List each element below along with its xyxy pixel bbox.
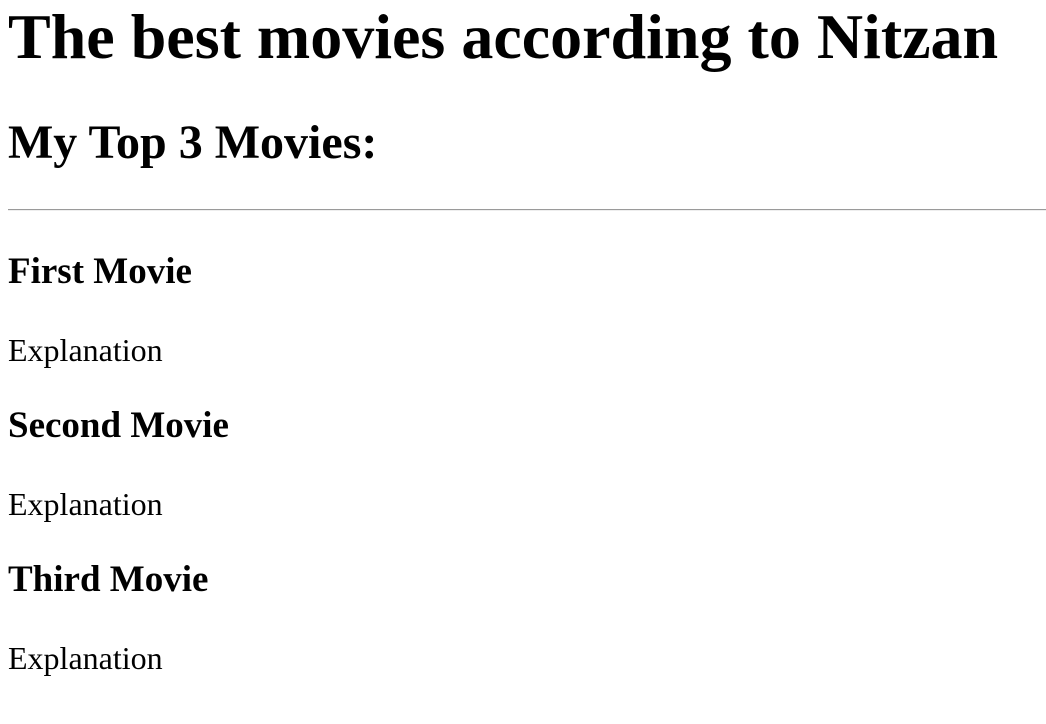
- page-content: The best movies according to Nitzan My T…: [0, 0, 1046, 676]
- section-divider: [8, 209, 1046, 211]
- movie-explanation: Explanation: [8, 486, 163, 522]
- movie-title: Second Movie: [8, 405, 229, 446]
- movie-item-second: Second Movie Explanation: [8, 405, 1046, 522]
- movie-item-third: Third Movie Explanation: [8, 559, 1046, 676]
- movie-title: First Movie: [8, 251, 192, 292]
- movie-title: Third Movie: [8, 559, 209, 600]
- page-title: The best movies according to Nitzan: [8, 1, 999, 72]
- movie-explanation: Explanation: [8, 640, 163, 676]
- movie-item-first: First Movie Explanation: [8, 251, 1046, 368]
- page-subtitle: My Top 3 Movies:: [8, 116, 378, 169]
- movie-explanation: Explanation: [8, 332, 163, 368]
